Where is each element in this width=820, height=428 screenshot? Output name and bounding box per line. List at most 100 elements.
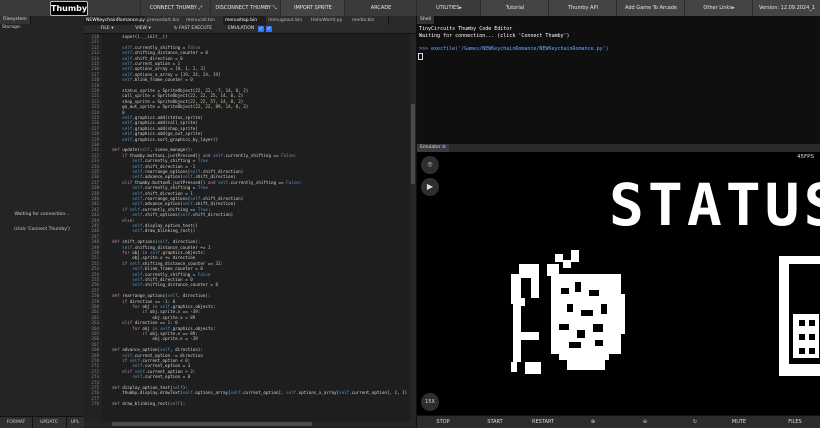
scrollbar-thumb[interactable] (112, 422, 312, 426)
disconnect-thumby-label: DISCONNECT THUMBY (215, 5, 272, 11)
close-icon[interactable]: ⊠ (442, 145, 446, 150)
tab-emulator[interactable]: Emulator ⊠ (417, 144, 449, 152)
tutorial-button[interactable]: Tutorial (480, 0, 549, 16)
tab-label: pressedart.bin (147, 18, 180, 23)
tab-shell[interactable]: Shell (417, 16, 434, 24)
import-sprite-button[interactable]: IMPORT SPRITE (280, 0, 345, 16)
code-text: call_sprite = SpriteObject(22, 22, 25, 1… (102, 93, 244, 99)
code-text: self.shifting_distance_counter = 0 (132, 282, 219, 288)
disconnect-thumby-button[interactable]: DISCONNECT THUMBY ⤡ (210, 0, 281, 16)
filesystem-panel: Filesystem Storage: Waiting for connecti… (0, 16, 85, 428)
camera-icon[interactable]: ⌾ (421, 156, 439, 174)
caret-down-icon: ▸ (732, 5, 735, 11)
rotate-icon[interactable]: ↻ (687, 416, 703, 428)
volume-down-icon[interactable]: ⊖ (637, 416, 653, 428)
code-text: obj.sprite.x += direction (102, 255, 196, 261)
tab-label: menugoout.bin (268, 18, 303, 23)
tab-helloworld-py[interactable]: HelloWorld.py (309, 16, 352, 25)
code-area[interactable]: 210 super().__init__() 211 212 self.curren… (84, 34, 416, 421)
scrollbar-thumb[interactable] (411, 104, 415, 184)
code-text: self.advance_option(self.shift_direction… (132, 174, 236, 180)
view-menu-button[interactable]: VIEW ▾ (128, 25, 158, 33)
emulation-checkbox[interactable]: ✓ (258, 26, 264, 32)
start-button[interactable]: START (473, 416, 517, 428)
restart-button[interactable]: RESTART (521, 416, 565, 428)
code-text: elif thumby.buttonR.justPressed() and se… (122, 179, 302, 185)
thumby-logo: Thumby (50, 1, 88, 16)
code-text: for obj in self.graphics.objects: (132, 304, 216, 309)
code-line[interactable]: 278 def draw_blinking_rect(self): (84, 401, 416, 406)
volume-up-icon[interactable]: ⊕ (585, 416, 601, 428)
code-text: def update(self, scene_manager): (112, 147, 193, 153)
code-text: self.advance_option(self.shift_direction… (132, 201, 236, 207)
zoom-scale-button[interactable]: 15X (421, 393, 439, 411)
tab-media-bin[interactable]: media.bin (350, 16, 389, 25)
storage-label: Storage: (2, 25, 22, 30)
code-text: self.currently_shifting = True (132, 158, 208, 164)
code-text: self.currently_shifting = False (122, 44, 201, 50)
utilities-label: UTILITIES (436, 5, 460, 11)
arcade-button[interactable]: ARCADE (344, 0, 417, 16)
code-text: self.shift_direction = 0 (122, 55, 183, 61)
tab-menushop-bin[interactable]: menushop.bin (223, 16, 268, 25)
file-menu-button[interactable]: FILE ▾ (92, 25, 122, 33)
emulation-checkbox-2[interactable]: ✓ (266, 26, 272, 32)
code-text: if self.currently_shifting == True: (122, 206, 211, 212)
code-text: def shift_options(self, direction): (112, 239, 201, 245)
tab-filesystem[interactable]: Filesystem (0, 16, 31, 24)
code-text: self.shift_direction = 0 (132, 277, 193, 282)
emulator-tab-label: Emulator (420, 145, 441, 150)
unlink-icon: ⤡ (272, 5, 277, 11)
code-text: self.graphics.add(go_out_sprite) (122, 131, 203, 137)
code-text: self.options_array = [0, 1, 2, 3] (122, 66, 206, 72)
tab-label: menucall.bin (186, 18, 215, 23)
tab-pressedart-bin[interactable]: pressedart.bin (145, 16, 186, 25)
view-label: VIEW (135, 26, 147, 31)
shell-line: TinyCircuits Thumby Code Editor (419, 26, 513, 32)
shell-cursor (418, 53, 423, 60)
code-text: self.graphics.add(call_sprite) (122, 120, 198, 126)
connect-thumby-button[interactable]: CONNECT THUMBY ⤢ (140, 0, 211, 16)
code-text: if obj.sprite.x == 89: (142, 331, 198, 336)
editor-horizontal-scrollbar[interactable] (84, 421, 416, 427)
editor-file-tabs: NEWKeychainRomance.py pressedart.bin men… (84, 16, 416, 25)
code-text: obj.sprite.x = 89 (102, 314, 196, 320)
upload-button[interactable]: UPL (66, 417, 85, 428)
code-text: def advance_option(self, direction): (112, 347, 203, 353)
code-text: for obj in self.graphics.objects: (132, 325, 216, 331)
line-number: 278 (91, 401, 99, 407)
tab-menucall-bin[interactable]: menucall.bin (184, 16, 225, 25)
tab-menugoout-bin[interactable]: menugoout.bin (266, 16, 311, 25)
top-toolbar: Thumby CONNECT THUMBY ⤢ DISCONNECT THUMB… (0, 0, 820, 17)
code-text: 0 (122, 109, 125, 115)
other-links-menu-button[interactable]: Other Links▸ (684, 0, 753, 16)
code-text: self.current_option = 1 (122, 61, 181, 66)
emulator-screen[interactable]: STATUS (511, 164, 820, 404)
fast-execute-button[interactable]: ↻ FAST EXECUTE (168, 25, 218, 33)
other-links-label: Other Links (703, 5, 733, 11)
refresh-icon: ↻ (173, 26, 178, 31)
files-button[interactable]: FILES (773, 416, 817, 428)
add-game-to-arcade-button[interactable]: Add Game To Arcade (616, 0, 685, 16)
code-text: self.graphics.sort_graphics_by_layer() (122, 136, 218, 142)
tab-label: HelloWorld.py (311, 18, 343, 23)
connect-hint: (click 'Connect Thumby') (14, 227, 70, 232)
shell-panel[interactable]: Shell TinyCircuits Thumby Code Editor Wa… (417, 16, 820, 144)
code-text: self.graphics.add(status_sprite) (122, 115, 203, 120)
emulator-tab-bar: Emulator ⊠ (417, 144, 820, 152)
code-text: self.current_option = 0 (132, 374, 191, 380)
caret-down-icon: ▾ (111, 26, 114, 31)
utilities-menu-button[interactable]: UTILITIES▸ (416, 0, 481, 16)
code-text: thumby.display.drawText(self.options_arr… (102, 390, 408, 396)
thumby-api-button[interactable]: Thumby API (548, 0, 617, 16)
code-text: obj.sprite.x = -39 (102, 336, 198, 342)
stop-button[interactable]: STOP (421, 416, 465, 428)
mute-button[interactable]: MUTE (717, 416, 761, 428)
video-record-icon[interactable]: ▶ (421, 178, 439, 196)
tab-label: menushop.bin (225, 18, 258, 23)
tab-label: media.bin (352, 18, 375, 23)
update-button[interactable]: UPDATE (32, 417, 67, 428)
tab-newkeychainromance-py[interactable]: NEWKeychainRomance.py (84, 16, 147, 25)
format-button[interactable]: FORMAT (0, 417, 33, 428)
code-text: self.currently_shifting = True (132, 185, 208, 191)
